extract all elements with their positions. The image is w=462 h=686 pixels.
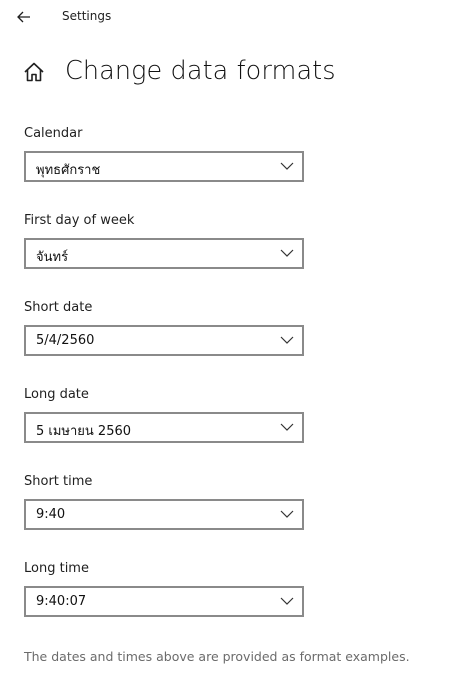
chevron-down-icon — [280, 162, 294, 170]
chevron-down-icon — [280, 336, 294, 344]
short-date-label: Short date — [24, 300, 93, 315]
calendar-dropdown[interactable]: พุทธศักราช — [24, 151, 304, 182]
first-day-of-week-dropdown[interactable]: จันทร์ — [24, 238, 304, 269]
page-title: Change data formats — [65, 56, 336, 86]
first-day-of-week-value: จันทร์ — [36, 250, 69, 265]
first-day-of-week-label: First day of week — [24, 213, 135, 228]
long-date-value: 5 เมษายน 2560 — [36, 424, 132, 439]
app-title: Settings — [62, 9, 112, 23]
short-time-dropdown[interactable]: 9:40 — [24, 499, 304, 530]
long-date-label: Long date — [24, 387, 89, 402]
long-date-dropdown[interactable]: 5 เมษายน 2560 — [24, 412, 304, 443]
chevron-down-icon — [280, 423, 294, 431]
back-arrow-icon — [17, 11, 30, 23]
chevron-down-icon — [280, 249, 294, 257]
title-bar: Settings — [0, 0, 462, 34]
long-time-label: Long time — [24, 561, 89, 576]
short-time-value: 9:40 — [36, 507, 66, 522]
long-time-dropdown[interactable]: 9:40:07 — [24, 586, 304, 617]
chevron-down-icon — [280, 597, 294, 605]
calendar-label: Calendar — [24, 126, 83, 141]
short-time-label: Short time — [24, 474, 93, 489]
calendar-value: พุทธศักราช — [36, 163, 101, 178]
short-date-dropdown[interactable]: 5/4/2560 — [24, 325, 304, 356]
long-time-value: 9:40:07 — [36, 594, 87, 609]
format-examples-note: The dates and times above are provided a… — [24, 649, 410, 664]
home-icon[interactable] — [23, 61, 45, 83]
chevron-down-icon — [280, 510, 294, 518]
short-date-value: 5/4/2560 — [36, 333, 95, 348]
back-button[interactable] — [12, 6, 36, 28]
